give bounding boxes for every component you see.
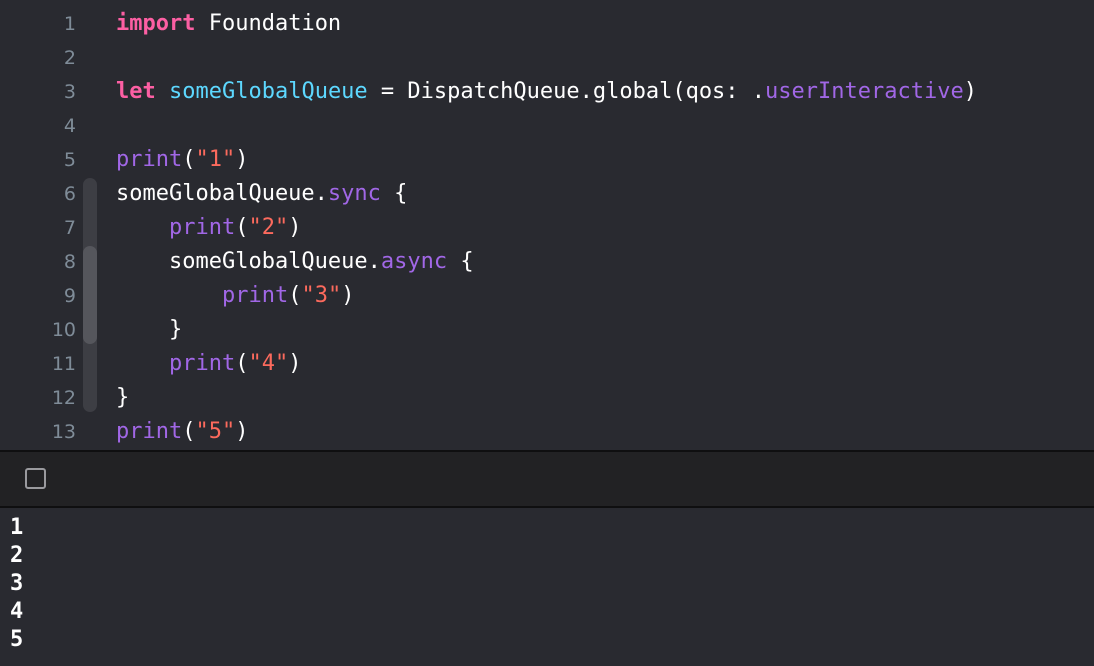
code-token-plain: someGlobalQueue.	[116, 249, 381, 274]
code-text[interactable]: print("5")	[116, 420, 248, 444]
code-line[interactable]: 3 let someGlobalQueue = DispatchQueue.glo…	[0, 75, 1094, 109]
code-token-plain: {	[380, 181, 408, 206]
code-text[interactable]: let someGlobalQueue = DispatchQueue.glob…	[116, 80, 977, 104]
line-number: 4	[63, 115, 76, 137]
line-number: 1	[63, 13, 76, 35]
code-token-str: "1"	[195, 147, 236, 172]
console-line: 5	[10, 627, 24, 652]
code-token-fn: print	[168, 351, 236, 376]
console-line: 4	[10, 599, 24, 624]
code-line[interactable]: 8 someGlobalQueue.async {	[0, 245, 1094, 279]
code-token-keyword: let	[116, 79, 156, 104]
line-number: 6	[63, 183, 76, 205]
code-token-plain: }	[116, 385, 130, 410]
line-number: 8	[63, 251, 76, 273]
code-token-str: "3"	[301, 283, 342, 308]
console-line: 1	[10, 515, 24, 540]
code-line[interactable]: 4	[0, 109, 1094, 143]
line-number: 5	[63, 149, 76, 171]
code-token-str: "4"	[248, 351, 289, 376]
code-token-plain: )	[963, 79, 977, 104]
line-number: 7	[63, 217, 76, 239]
code-token-plain: )	[288, 215, 302, 240]
code-token-keyword: import	[116, 11, 196, 36]
console-line: 2	[10, 543, 24, 568]
code-line[interactable]: 2	[0, 41, 1094, 75]
code-token-decl: someGlobalQueue	[169, 79, 368, 104]
line-number: 9	[63, 285, 76, 307]
code-text[interactable]: }	[116, 386, 129, 410]
line-number: 12	[51, 387, 76, 409]
square-outline-icon[interactable]	[25, 468, 46, 489]
code-text[interactable]: }	[116, 318, 182, 342]
code-line[interactable]: 7 print("2")	[0, 211, 1094, 245]
line-number: 11	[51, 353, 76, 375]
code-text[interactable]: someGlobalQueue.sync {	[116, 182, 407, 206]
code-line[interactable]: 1 import Foundation	[0, 7, 1094, 41]
code-token-plain: )	[235, 147, 249, 172]
code-token-plain: someGlobalQueue.	[116, 181, 328, 206]
code-text[interactable]: print("3")	[116, 284, 354, 308]
code-token-plain: )	[288, 351, 302, 376]
code-editor[interactable]: 1 import Foundation 2 3 let someGlobalQueue …	[0, 0, 1094, 450]
code-token-str: "2"	[248, 215, 289, 240]
code-token-fn: print	[168, 215, 236, 240]
code-token-plain: = DispatchQueue.global(qos: .	[367, 79, 766, 104]
code-token-plain: }	[116, 317, 183, 342]
code-text[interactable]: print("2")	[116, 216, 301, 240]
code-text[interactable]: import Foundation	[116, 12, 341, 36]
code-token-plain: (	[235, 351, 249, 376]
code-token-fn: sync	[327, 181, 381, 206]
code-line[interactable]: 11 print("4")	[0, 347, 1094, 381]
code-token-str: "5"	[195, 419, 236, 444]
debug-bar	[0, 452, 1094, 506]
code-token-plain: (	[182, 419, 196, 444]
code-text[interactable]: someGlobalQueue.async {	[116, 250, 474, 274]
code-token-plain: {	[447, 249, 474, 274]
code-token-fn: print	[221, 283, 289, 308]
code-token-plain: )	[235, 419, 249, 444]
line-number: 3	[63, 81, 76, 103]
code-line[interactable]: 5 print("1")	[0, 143, 1094, 177]
line-number: 13	[51, 421, 76, 443]
code-folding-ribbon-inner[interactable]	[83, 246, 97, 344]
code-line[interactable]: 13 print("5")	[0, 415, 1094, 449]
code-text[interactable]: print("1")	[116, 148, 248, 172]
code-token-plain: Foundation	[195, 11, 342, 36]
line-number: 2	[63, 47, 76, 69]
code-line[interactable]: 9 print("3")	[0, 279, 1094, 313]
code-token-fn: userInteractive	[765, 79, 964, 104]
code-token-fn: print	[116, 419, 183, 444]
code-line[interactable]: 10 }	[0, 313, 1094, 347]
code-token-fn: async	[380, 249, 448, 274]
code-line[interactable]: 6 someGlobalQueue.sync {	[0, 177, 1094, 211]
code-text[interactable]: print("4")	[116, 352, 301, 376]
code-token-plain: (	[288, 283, 302, 308]
code-token-fn: print	[116, 147, 183, 172]
code-line[interactable]: 12}	[0, 381, 1094, 415]
console-output: 1 2 3 4 5	[0, 508, 1094, 666]
line-number: 10	[51, 319, 76, 341]
console-line: 3	[10, 571, 24, 596]
code-token-plain: (	[235, 215, 249, 240]
code-token-plain: )	[341, 283, 355, 308]
code-token-plain: (	[182, 147, 196, 172]
